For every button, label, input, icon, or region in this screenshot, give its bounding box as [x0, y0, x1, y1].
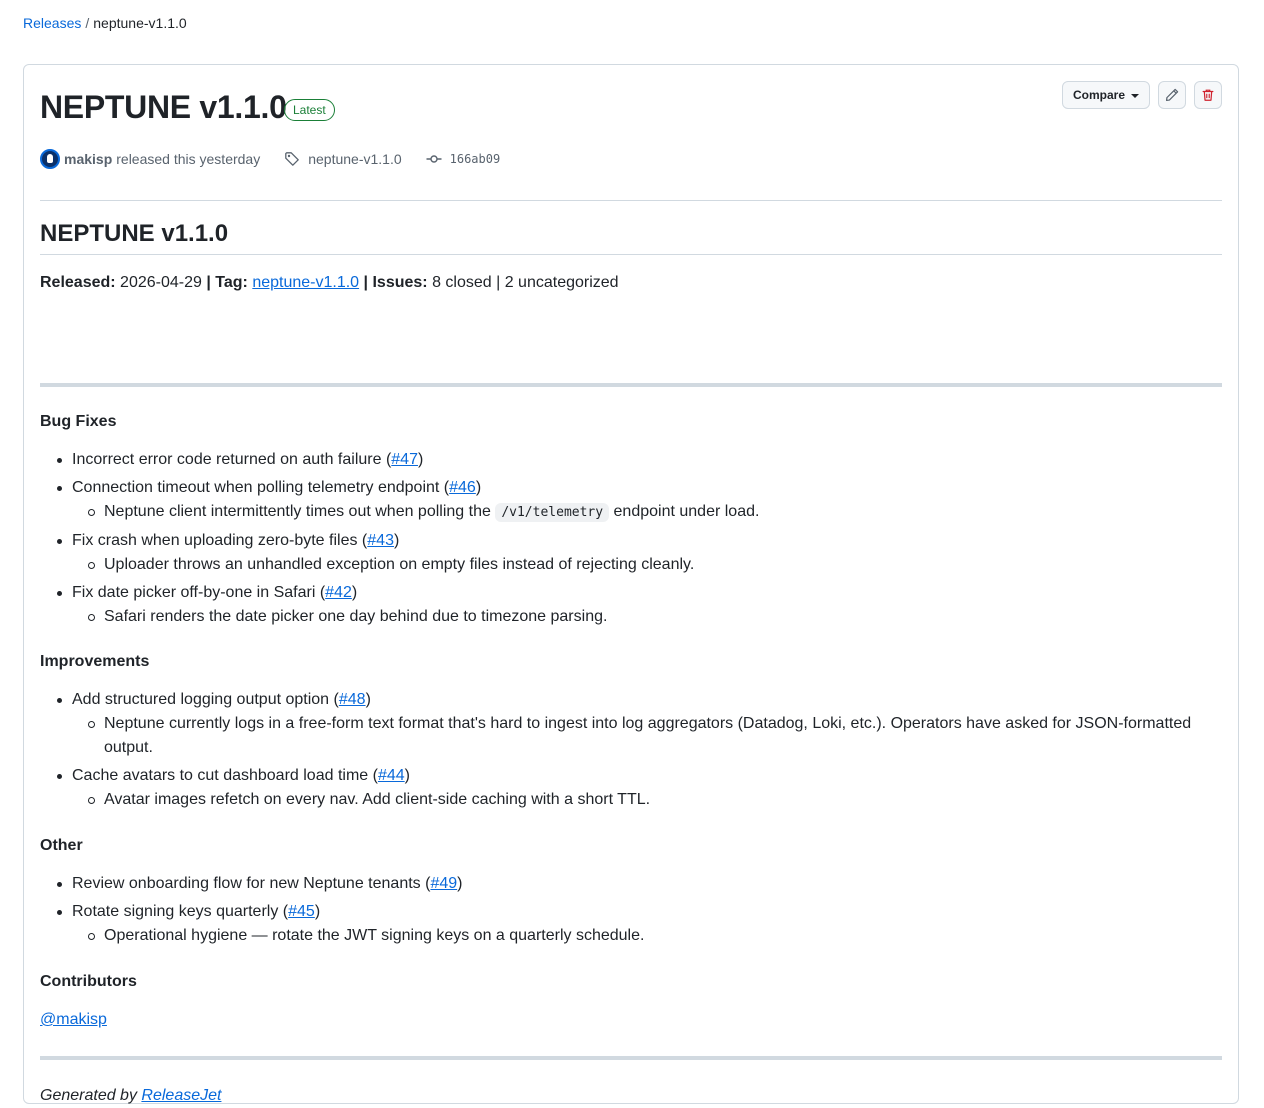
section-title-other: Other	[40, 837, 83, 854]
issue-link[interactable]: #48	[339, 691, 366, 708]
item-text: Add structured logging output option	[72, 691, 330, 708]
releasejet-link[interactable]: ReleaseJet	[141, 1087, 221, 1104]
released-text: released this yesterday	[116, 151, 261, 167]
delete-button[interactable]	[1194, 81, 1222, 109]
issue-link[interactable]: #42	[325, 584, 352, 601]
tag-summary-label: Tag:	[215, 274, 248, 291]
compare-label: Compare	[1072, 88, 1125, 102]
commit-sha: 166ab09	[449, 152, 501, 166]
trash-icon	[1202, 89, 1214, 101]
issue-link[interactable]: #44	[378, 767, 405, 784]
list-item-detail: Uploader throws an unhandled exception o…	[72, 553, 1222, 577]
divider	[40, 383, 1222, 387]
item-text: Connection timeout when polling telemetr…	[72, 479, 440, 496]
release-card: NEPTUNE v1.1.0 Latest Compare makisp rel…	[23, 64, 1239, 1104]
section-title-improvements: Improvements	[40, 653, 150, 670]
release-summary: Released: 2026-04-29 | Tag: neptune-v1.1…	[40, 271, 619, 295]
section-title-contributors: Contributors	[40, 973, 137, 990]
issue-link[interactable]: #45	[288, 903, 315, 920]
caret-down-icon	[1131, 93, 1139, 98]
tag-icon	[285, 152, 300, 166]
author-avatar[interactable]	[40, 149, 60, 169]
issue-link[interactable]: #47	[391, 451, 418, 468]
issues-value: 8 closed | 2 uncategorized	[432, 274, 619, 291]
tag-summary-link[interactable]: neptune-v1.1.0	[252, 274, 359, 291]
issues-label: Issues:	[372, 274, 428, 291]
breadcrumb-releases-link[interactable]: Releases	[23, 15, 81, 31]
author-name[interactable]: makisp	[64, 151, 112, 167]
list-item: Cache avatars to cut dashboard load time…	[40, 764, 1222, 812]
list-item: Review onboarding flow for new Neptune t…	[40, 872, 1222, 896]
breadcrumb: Releases / neptune-v1.1.0	[23, 14, 187, 32]
commit-icon	[426, 155, 442, 163]
bug-fixes-list: Incorrect error code returned on auth fa…	[40, 448, 1222, 633]
summary-separator: |	[206, 274, 211, 291]
summary-separator: |	[363, 274, 369, 291]
improvements-list: Add structured logging output option (#4…	[40, 688, 1222, 816]
generated-by-prefix: Generated by	[40, 1087, 137, 1104]
release-tag[interactable]: neptune-v1.1.0	[284, 151, 402, 167]
released-label: Released:	[40, 274, 116, 291]
item-text: Cache avatars to cut dashboard load time	[72, 767, 369, 784]
release-meta: makisp released this yesterday neptune-v…	[40, 149, 500, 169]
latest-badge: Latest	[284, 99, 335, 121]
release-header: NEPTUNE v1.1.0 Latest Compare makisp rel…	[40, 65, 1222, 201]
contributor-link[interactable]: @makisp	[40, 1011, 107, 1028]
other-list: Review onboarding flow for new Neptune t…	[40, 872, 1222, 952]
contributors: @makisp	[40, 1008, 107, 1032]
release-commit[interactable]: 166ab09	[426, 151, 501, 167]
release-actions: Compare	[1062, 81, 1222, 109]
list-item: Rotate signing keys quarterly (#45) Oper…	[40, 900, 1222, 948]
item-text: Fix crash when uploading zero-byte files	[72, 532, 358, 549]
list-item-detail: Operational hygiene — rotate the JWT sig…	[72, 924, 1222, 948]
tag-label: neptune-v1.1.0	[308, 151, 402, 167]
list-item: Connection timeout when polling telemetr…	[40, 476, 1222, 525]
item-text: Incorrect error code returned on auth fa…	[72, 451, 382, 468]
list-item-detail: Avatar images refetch on every nav. Add …	[72, 788, 1222, 812]
item-text: Rotate signing keys quarterly	[72, 903, 279, 920]
inline-code: /v1/telemetry	[495, 503, 610, 522]
divider	[40, 1056, 1222, 1060]
compare-button[interactable]: Compare	[1062, 81, 1150, 109]
item-text: Fix date picker off-by-one in Safari	[72, 584, 316, 601]
breadcrumb-current: neptune-v1.1.0	[93, 15, 187, 31]
list-item-detail: Safari renders the date picker one day b…	[72, 605, 1222, 629]
edit-button[interactable]	[1158, 81, 1186, 109]
release-title: NEPTUNE v1.1.0	[40, 89, 287, 125]
list-item: Add structured logging output option (#4…	[40, 688, 1222, 760]
list-item-detail: Neptune client intermittently times out …	[72, 500, 1222, 525]
notes-heading: NEPTUNE v1.1.0	[40, 221, 1222, 255]
issue-link[interactable]: #46	[449, 479, 476, 496]
generated-by: Generated by ReleaseJet	[40, 1084, 221, 1108]
list-item-detail: Neptune currently logs in a free-form te…	[72, 712, 1222, 760]
detail-text: endpoint under load.	[613, 503, 760, 520]
breadcrumb-separator: /	[85, 15, 90, 31]
section-title-bug-fixes: Bug Fixes	[40, 413, 117, 430]
list-item: Fix crash when uploading zero-byte files…	[40, 529, 1222, 577]
released-date: 2026-04-29	[120, 274, 202, 291]
list-item: Fix date picker off-by-one in Safari (#4…	[40, 581, 1222, 629]
detail-text: Neptune client intermittently times out …	[104, 503, 491, 520]
pencil-icon	[1165, 88, 1179, 102]
list-item: Incorrect error code returned on auth fa…	[40, 448, 1222, 472]
issue-link[interactable]: #49	[430, 875, 457, 892]
item-text: Review onboarding flow for new Neptune t…	[72, 875, 421, 892]
issue-link[interactable]: #43	[367, 532, 394, 549]
